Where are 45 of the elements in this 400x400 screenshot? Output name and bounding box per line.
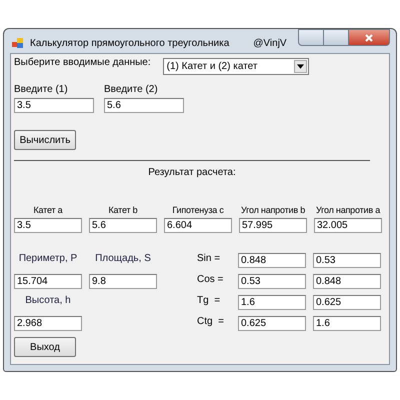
- text-field[interactable]: 0.848: [313, 274, 381, 289]
- label: Cos =: [196, 274, 224, 287]
- app-icon: [12, 37, 24, 49]
- result-heading: Результат расчета:: [147, 167, 237, 178]
- label: Площадь, S: [94, 253, 152, 266]
- label: Катет b: [108, 205, 138, 215]
- text-field[interactable]: 0.53: [238, 274, 306, 289]
- text-field[interactable]: 5.6: [89, 218, 157, 233]
- label: Угол напротив b: [240, 205, 306, 215]
- text-field[interactable]: 2.968: [14, 316, 82, 331]
- text-field[interactable]: 6.604: [164, 218, 232, 233]
- text-field[interactable]: 0.53: [313, 253, 381, 268]
- text-field[interactable]: 1.6: [238, 295, 306, 310]
- label: Катет а: [33, 205, 62, 215]
- close-icon[interactable]: [364, 32, 374, 42]
- text-field[interactable]: 5.6: [104, 98, 184, 113]
- text-field[interactable]: 0.625: [238, 316, 306, 331]
- minimize-button[interactable]: [298, 29, 324, 46]
- label: Периметр, P: [18, 253, 78, 266]
- exit-button[interactable]: Выход: [14, 337, 76, 357]
- dropdown[interactable]: (1) Катет и (2) катет: [162, 58, 309, 75]
- close-button[interactable]: [349, 29, 390, 46]
- label: Высота, h: [24, 295, 72, 308]
- text-field[interactable]: 57.995: [239, 218, 307, 233]
- text-field[interactable]: 0.625: [313, 295, 381, 310]
- window-title: Калькулятор прямоугольного треугольника: [30, 38, 230, 48]
- text-field[interactable]: 9.8: [89, 274, 157, 289]
- window-author: @VinjV: [253, 38, 287, 48]
- label: Tg =: [196, 295, 222, 308]
- text-field[interactable]: 3.5: [14, 98, 94, 113]
- label: Гипотенуза c: [172, 205, 224, 215]
- text-field[interactable]: 0.848: [238, 253, 306, 268]
- label: Ctg =: [196, 316, 225, 329]
- text-field[interactable]: 1.6: [313, 316, 381, 331]
- text-field[interactable]: 3.5: [14, 218, 82, 233]
- label: Выберите вводимые данные:: [14, 57, 151, 70]
- label: Введите (1): [14, 84, 69, 95]
- maximize-button[interactable]: [324, 29, 349, 46]
- label: Sin =: [196, 253, 222, 266]
- calculate-button[interactable]: Вычислить: [14, 130, 76, 150]
- text-field[interactable]: 32.005: [314, 218, 382, 233]
- dropdown-arrow-icon[interactable]: [296, 64, 304, 69]
- label: Введите (2): [104, 84, 159, 95]
- text-field[interactable]: 15.704: [14, 274, 82, 289]
- label: Угол напротив а: [316, 205, 380, 215]
